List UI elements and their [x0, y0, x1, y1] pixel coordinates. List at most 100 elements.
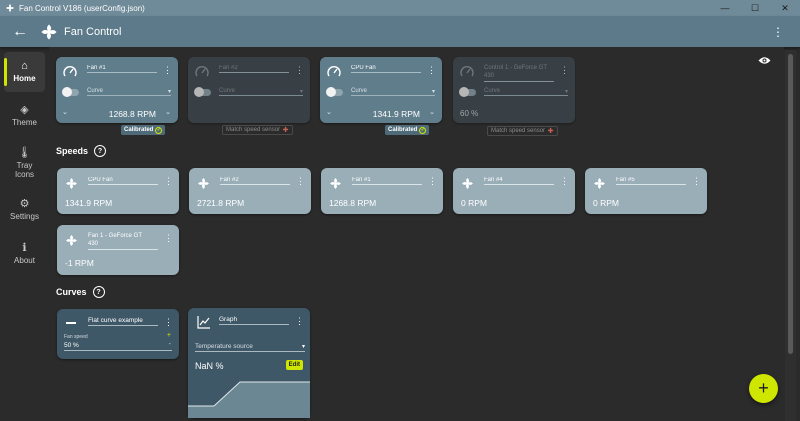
edit-button[interactable]: Edit [285, 360, 303, 370]
maximize-button[interactable]: ☐ [740, 0, 770, 16]
sidebar-item-label: Home [13, 74, 36, 83]
badge-label: Match speed sensor [491, 128, 546, 134]
control-rpm-value: 1268.8 RPM [108, 109, 156, 119]
more-options-icon[interactable]: ⋮ [295, 316, 304, 327]
match-speed-sensor-badge[interactable]: Match speed sensor ✚ [487, 126, 559, 136]
enable-toggle[interactable] [326, 87, 343, 97]
graph-icon [197, 315, 211, 329]
more-options-icon[interactable]: ⋮ [427, 65, 436, 76]
speed-card[interactable]: Fan #5 ⋮ 0 RPM [585, 168, 707, 214]
close-button[interactable]: ✕ [770, 0, 800, 16]
curve-select[interactable]: Curve [484, 88, 568, 96]
sidebar-item-label: Icons [14, 169, 35, 179]
curve-select[interactable]: Curve [219, 88, 303, 96]
temperature-source-select[interactable]: Temperature source [195, 343, 305, 352]
section-title: Speeds [56, 146, 89, 156]
speed-card[interactable]: Fan #2 ⋮ 2721.8 RPM [189, 168, 311, 214]
curve-name-field[interactable]: Graph [219, 316, 289, 325]
more-options-icon[interactable]: ⋮ [428, 176, 437, 187]
help-icon[interactable]: ? [94, 145, 107, 157]
more-options-icon[interactable]: ⋮ [164, 176, 173, 187]
warning-icon: ✚ [547, 128, 554, 135]
control-name-field[interactable]: Fan #1 [87, 65, 157, 73]
chevron-down-icon[interactable]: ⌄ [326, 108, 332, 116]
speed-name-field[interactable]: Fan #2 [220, 177, 290, 185]
curve-select[interactable]: Curve [351, 88, 435, 96]
minimize-button[interactable]: — [710, 0, 740, 16]
speed-card[interactable]: CPU Fan ⋮ 1341.9 RPM [57, 168, 179, 214]
enable-toggle[interactable] [459, 87, 476, 97]
speed-name-field[interactable]: Fan 1 - GeForce GT 430 [88, 232, 158, 250]
speed-name-line: 430 [88, 241, 99, 247]
speed-name-field[interactable]: Fan #1 [352, 177, 422, 185]
control-name-field[interactable]: Control 1 - GeForce GT 430 [484, 64, 554, 82]
back-arrow-icon[interactable]: ← [12, 23, 32, 40]
control-name-field[interactable]: CPU Fan [351, 65, 421, 73]
more-menu-icon[interactable]: ⋮ [772, 25, 784, 39]
sidebar-item-about[interactable]: ℹ About [4, 234, 45, 274]
more-options-icon[interactable]: ⋮ [164, 317, 173, 328]
more-options-icon[interactable]: ⋮ [560, 176, 569, 187]
speed-rpm-value: 1341.9 RPM [65, 198, 113, 208]
match-speed-sensor-badge[interactable]: Match speed sensor ✚ [222, 125, 294, 135]
control-name-field[interactable]: Fan #2 [219, 65, 289, 73]
sidebar-item-home[interactable]: ⌂ Home [4, 52, 45, 92]
fan-speed-input[interactable]: 50 % [64, 342, 172, 351]
gauge-icon [195, 65, 209, 79]
speed-rpm-value: 1268.8 RPM [329, 198, 377, 208]
speed-card[interactable]: Fan 1 - GeForce GT 430 ⋮ -1 RPM [57, 225, 179, 275]
control-card[interactable]: Fan #1 ⋮ Curve ⌄ 1268.8 RPM ⌄ [56, 57, 178, 123]
curve-name-field[interactable]: Flat curve example [88, 317, 158, 326]
check-icon: ✓ [419, 126, 427, 134]
warning-icon: ✚ [282, 127, 289, 134]
chevron-down-icon[interactable]: ⌄ [165, 108, 171, 116]
control-card[interactable]: CPU Fan ⋮ Curve ⌄ 1341.9 RPM ⌄ [320, 57, 442, 123]
curve-output-value: NaN % [195, 361, 224, 371]
sidebar-item-settings[interactable]: ⚙ Settings [4, 190, 45, 230]
control-card[interactable]: Control 1 - GeForce GT 430 ⋮ Curve 60 % [453, 57, 575, 123]
increment-icon[interactable]: + [167, 332, 171, 339]
home-icon: ⌂ [21, 60, 28, 72]
decrement-icon[interactable]: - [169, 341, 171, 348]
scrollbar[interactable] [785, 50, 796, 421]
section-title: Curves [56, 287, 87, 297]
more-options-icon[interactable]: ⋮ [560, 65, 569, 76]
graph-curve-card[interactable]: Graph ⋮ Temperature source NaN % Edit [188, 308, 310, 418]
enable-toggle[interactable] [62, 87, 79, 97]
speed-name-field[interactable]: CPU Fan [88, 177, 158, 185]
add-button[interactable]: + [749, 374, 778, 403]
sidebar-item-tray-icons[interactable]: 🌡 Tray Icons [4, 140, 45, 186]
speed-name-field[interactable]: Fan #5 [616, 177, 686, 185]
more-options-icon[interactable]: ⋮ [295, 65, 304, 76]
control-card[interactable]: Fan #2 ⋮ Curve [188, 57, 310, 123]
enable-toggle[interactable] [194, 87, 211, 97]
speed-name-field[interactable]: Fan #4 [484, 177, 554, 185]
fan-icon [461, 177, 474, 190]
flat-curve-card[interactable]: Flat curve example ⋮ Fan speed + 50 % - [57, 309, 179, 359]
calibrated-badge[interactable]: Calibrated ✓ [121, 125, 166, 135]
gauge-icon [63, 65, 77, 79]
control-rpm-value: 1341.9 RPM [372, 109, 420, 119]
thermometer-icon: 🌡 [17, 146, 32, 159]
speed-name-line: Fan 1 - GeForce GT [88, 233, 143, 239]
badge-label: Calibrated [388, 127, 418, 133]
more-options-icon[interactable]: ⋮ [163, 65, 172, 76]
chevron-down-icon[interactable]: ⌄ [429, 108, 435, 116]
paint-bucket-icon: ◈ [20, 104, 29, 116]
fan-icon [593, 177, 606, 190]
fan-icon [65, 177, 78, 190]
chevron-down-icon[interactable]: ⌄ [62, 108, 68, 116]
more-options-icon[interactable]: ⋮ [692, 176, 701, 187]
speed-card[interactable]: Fan #4 ⋮ 0 RPM [453, 168, 575, 214]
calibrated-badge[interactable]: Calibrated ✓ [385, 125, 430, 135]
speed-card[interactable]: Fan #1 ⋮ 1268.8 RPM [321, 168, 443, 214]
eye-icon[interactable] [758, 56, 771, 68]
fan-icon [65, 234, 78, 247]
help-icon[interactable]: ? [92, 286, 105, 298]
curve-select[interactable]: Curve [87, 88, 171, 96]
more-options-icon[interactable]: ⋮ [164, 233, 173, 244]
sidebar-item-theme[interactable]: ◈ Theme [4, 96, 45, 136]
scrollbar-thumb[interactable] [788, 54, 793, 354]
more-options-icon[interactable]: ⋮ [296, 176, 305, 187]
gear-icon: ⚙ [19, 198, 30, 210]
